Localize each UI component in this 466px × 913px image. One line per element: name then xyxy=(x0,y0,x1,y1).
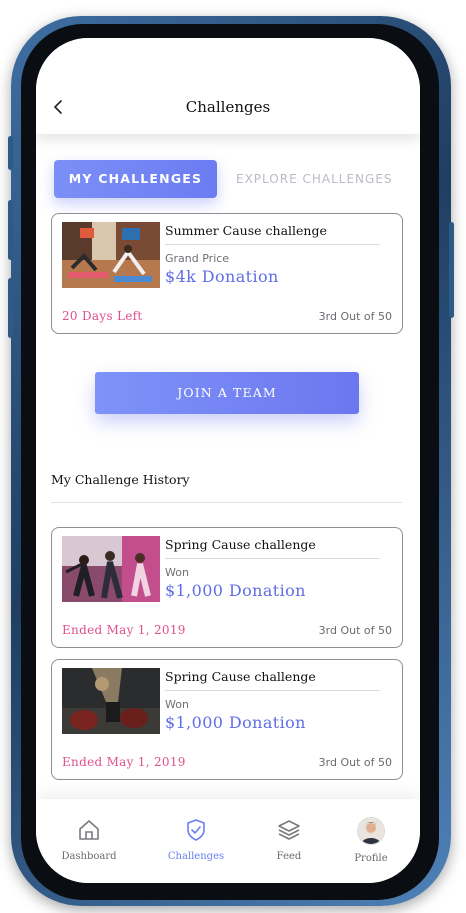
challenge-tabs: MY CHALLENGES EXPLORE CHALLENGES xyxy=(54,160,420,198)
prize-label: Won xyxy=(165,566,189,579)
tab-label: Feed xyxy=(276,851,302,862)
tab-explore-challenges[interactable]: EXPLORE CHALLENGES xyxy=(236,160,420,198)
end-date: Ended May 1, 2019 xyxy=(62,755,186,769)
phone-screen: Challenges MY CHALLENGES EXPLORE CHALLEN… xyxy=(36,38,420,883)
shield-check-icon xyxy=(187,819,205,841)
join-team-button[interactable]: JOIN A TEAM xyxy=(95,372,359,414)
tab-profile[interactable]: Profile xyxy=(331,817,411,864)
current-challenge-card[interactable]: Summer Cause challenge Grand Price $4k D… xyxy=(51,213,403,334)
prize-label: Grand Price xyxy=(165,252,230,265)
card-divider xyxy=(165,244,380,245)
challenge-name: Spring Cause challenge xyxy=(165,537,316,552)
app-header: Challenges xyxy=(36,38,420,134)
rank-text: 3rd Out of 50 xyxy=(318,310,392,323)
tab-feed[interactable]: Feed xyxy=(249,817,329,862)
rank-text: 3rd Out of 50 xyxy=(318,624,392,637)
card-divider xyxy=(165,558,380,559)
tab-my-challenges[interactable]: MY CHALLENGES xyxy=(54,160,217,198)
phone-side-button xyxy=(449,222,454,318)
home-icon xyxy=(79,820,99,840)
challenge-name: Summer Cause challenge xyxy=(165,223,327,238)
rank-text: 3rd Out of 50 xyxy=(318,756,392,769)
tab-dashboard[interactable]: Dashboard xyxy=(49,817,129,862)
prize-value: $1,000 Donation xyxy=(165,713,306,732)
history-divider xyxy=(51,502,402,503)
phone-side-button xyxy=(8,278,13,338)
end-date: Ended May 1, 2019 xyxy=(62,623,186,637)
layers-icon xyxy=(278,820,300,840)
dance-class-photo xyxy=(62,536,160,602)
tab-label: Challenges xyxy=(167,851,225,862)
page-title: Challenges xyxy=(185,98,271,116)
phone-side-button xyxy=(8,136,13,170)
prize-label: Won xyxy=(165,698,189,711)
history-card[interactable]: Spring Cause challenge Won $1,000 Donati… xyxy=(51,659,403,780)
history-card[interactable]: Spring Cause challenge Won $1,000 Donati… xyxy=(51,527,403,648)
boxing-gloves-photo xyxy=(62,668,160,734)
bottom-tab-bar: Dashboard Challenges Feed Profile xyxy=(36,799,420,883)
prize-value: $1,000 Donation xyxy=(165,581,306,600)
tab-label: Profile xyxy=(354,853,388,864)
avatar xyxy=(357,817,385,845)
challenge-name: Spring Cause challenge xyxy=(165,669,316,684)
time-remaining: 20 Days Left xyxy=(62,309,143,323)
yoga-class-photo xyxy=(62,222,160,288)
phone-side-button xyxy=(8,200,13,260)
tab-challenges[interactable]: Challenges xyxy=(156,817,236,862)
tab-label: Dashboard xyxy=(61,851,117,862)
prize-value: $4k Donation xyxy=(165,267,279,286)
card-divider xyxy=(165,690,380,691)
history-title: My Challenge History xyxy=(51,472,190,487)
